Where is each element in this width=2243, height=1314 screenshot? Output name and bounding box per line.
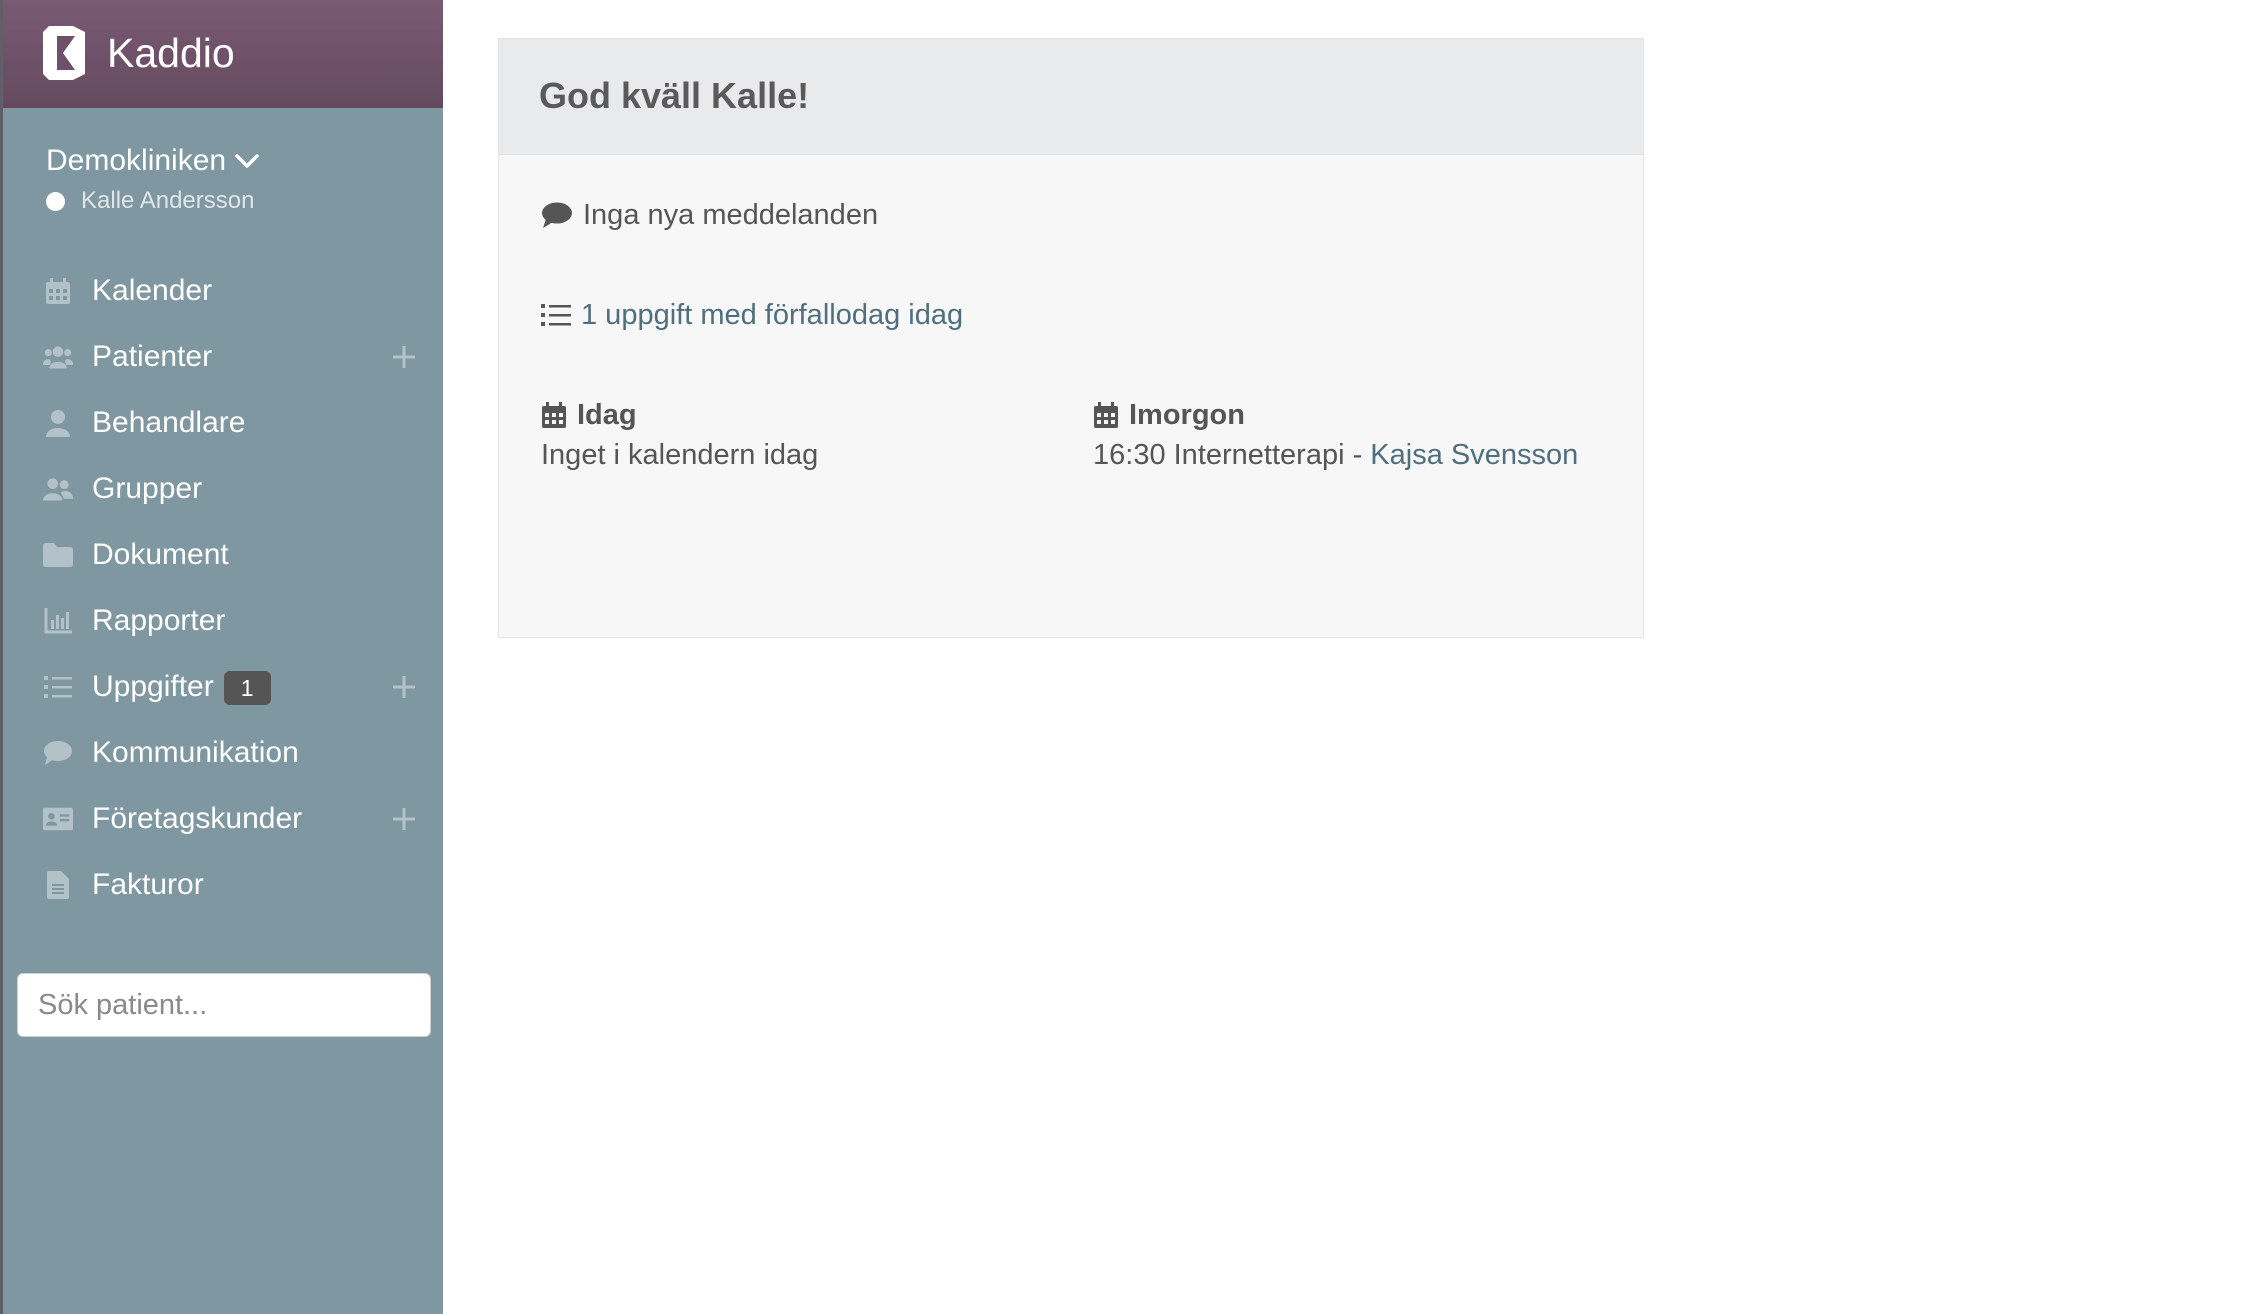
messages-text: Inga nya meddelanden xyxy=(583,199,879,231)
list-icon xyxy=(541,304,571,326)
patient-link[interactable]: Kajsa Svensson xyxy=(1370,439,1578,471)
add-task-button[interactable] xyxy=(389,672,419,702)
task-count-badge: 1 xyxy=(223,671,271,706)
list-icon xyxy=(43,672,73,702)
sidebar-item-grupper[interactable]: Grupper xyxy=(3,456,443,522)
today-heading: Idag xyxy=(541,397,818,433)
sidebar-item-fakturor[interactable]: Fakturor xyxy=(3,852,443,918)
patient-search-input[interactable] xyxy=(17,973,431,1037)
tomorrow-heading: Imorgon xyxy=(1093,397,1578,433)
id-card-icon xyxy=(43,804,73,834)
sidebar-item-foretagskunder[interactable]: Företagskunder xyxy=(3,786,443,852)
brand-name: Kaddio xyxy=(107,30,235,76)
sidebar: Kaddio Demokliniken Kalle Andersson Kale… xyxy=(0,0,443,1314)
tasks-row: 1 uppgift med förfallodag idag xyxy=(541,297,963,333)
comment-icon xyxy=(542,202,572,228)
today-text: Inget i kalendern idag xyxy=(541,439,819,471)
folder-icon xyxy=(43,540,73,570)
sidebar-item-kommunikation[interactable]: Kommunikation xyxy=(3,720,443,786)
today-column: Idag Inget i kalendern idag xyxy=(541,397,818,473)
clinic-name: Demokliniken xyxy=(46,144,227,177)
appointment-time-text: 16:30 Internetterapi - xyxy=(1093,439,1371,471)
file-icon xyxy=(43,870,73,900)
user-name: Kalle Andersson xyxy=(81,187,255,214)
tasks-due-link[interactable]: 1 uppgift med förfallodag idag xyxy=(581,297,963,333)
tomorrow-appointment: 16:30 Internetterapi - Kajsa Svensson xyxy=(1093,437,1578,473)
messages-row: Inga nya meddelanden xyxy=(541,197,878,233)
users-icon xyxy=(43,342,73,372)
sidebar-item-patienter[interactable]: Patienter xyxy=(3,324,443,390)
tomorrow-column: Imorgon 16:30 Internetterapi - Kajsa Sve… xyxy=(1093,397,1578,473)
chevron-down-icon xyxy=(235,154,259,168)
user-icon xyxy=(43,408,73,438)
current-user: Kalle Andersson xyxy=(46,186,254,216)
calendar-icon xyxy=(542,402,566,428)
sidebar-nav: Kalender Patienter Behandlare Grupper Do… xyxy=(3,258,443,918)
chart-icon xyxy=(43,606,73,636)
sidebar-item-rapporter[interactable]: Rapporter xyxy=(3,588,443,654)
dashboard-panel: God kväll Kalle! Inga nya meddelanden 1 … xyxy=(498,38,1644,638)
users-icon xyxy=(43,474,73,504)
calendar-icon xyxy=(1094,402,1118,428)
sidebar-item-behandlare[interactable]: Behandlare xyxy=(3,390,443,456)
add-patient-button[interactable] xyxy=(389,342,419,372)
clinic-selector[interactable]: Demokliniken xyxy=(46,143,260,179)
kaddio-logo-icon xyxy=(43,26,85,80)
add-company-button[interactable] xyxy=(389,804,419,834)
sidebar-item-uppgifter[interactable]: Uppgifter 1 xyxy=(3,654,443,720)
sidebar-item-kalender[interactable]: Kalender xyxy=(3,258,443,324)
calendar-icon xyxy=(43,276,73,306)
comment-icon xyxy=(43,738,73,768)
panel-header: God kväll Kalle! xyxy=(499,39,1643,155)
page-title: God kväll Kalle! xyxy=(539,75,810,116)
sidebar-item-dokument[interactable]: Dokument xyxy=(3,522,443,588)
status-dot-icon xyxy=(46,191,65,211)
brand-bar[interactable]: Kaddio xyxy=(3,0,443,108)
